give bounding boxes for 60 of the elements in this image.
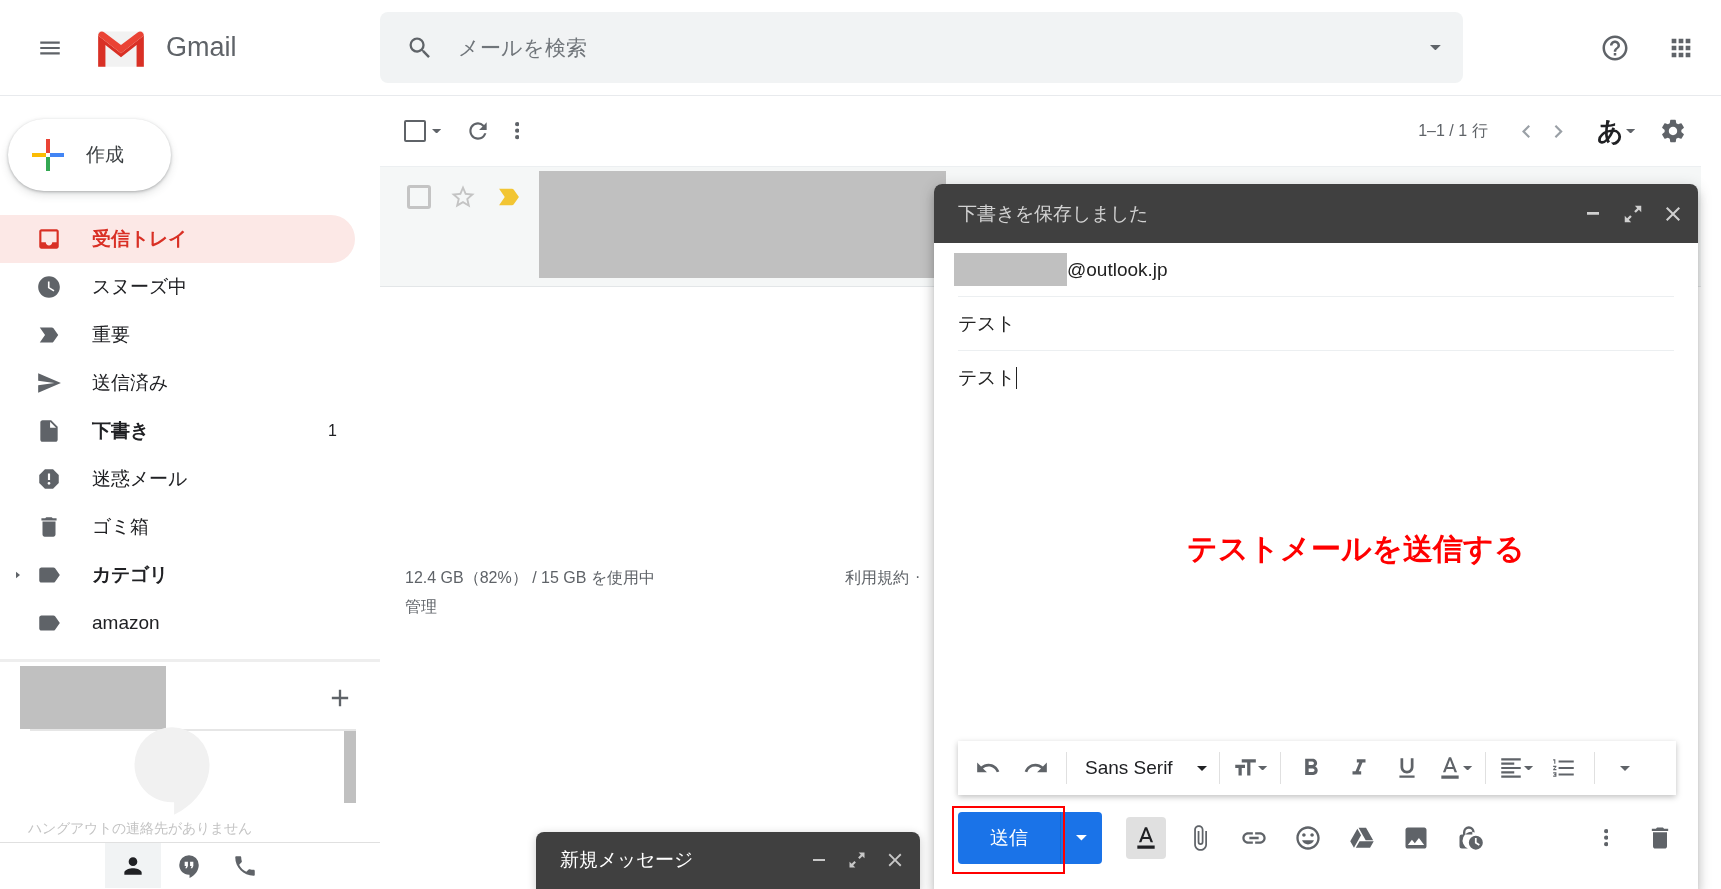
sidebar-item[interactable]: 重要 (0, 311, 355, 359)
sidebar-item[interactable]: 下書き 1 (0, 407, 355, 455)
expand-arrows-icon (847, 850, 867, 870)
caret-icon (1524, 765, 1534, 771)
sidebar-item[interactable]: ゴミ箱 (0, 503, 355, 551)
sidebar-item[interactable]: 受信トレイ (0, 215, 355, 263)
minimize-icon (1586, 212, 1600, 215)
font-select[interactable]: Sans Serif (1077, 748, 1209, 788)
sidebar-item[interactable]: 迷惑メール (0, 455, 355, 503)
manage-link[interactable]: 管理 (405, 597, 437, 618)
triangle-logo-icon (1349, 825, 1375, 851)
storage-usage-text: 12.4 GB（82%） / 15 GB を使用中 (405, 568, 655, 588)
chevron-right-icon (1554, 124, 1563, 138)
formatting-toggle-button[interactable] (1126, 817, 1166, 859)
recipient-field[interactable]: @outlook.jp (958, 243, 1674, 297)
chevron-left-icon (1521, 124, 1531, 138)
message-body-field[interactable]: テスト (958, 365, 1017, 391)
text-cursor (1016, 367, 1017, 389)
colored-plus-icon (30, 137, 66, 173)
sidebar-item[interactable]: 送信済み (0, 359, 355, 407)
smiley-icon (1294, 824, 1322, 852)
search-input[interactable]: メールを検索 (456, 34, 1431, 61)
app-name: Gmail (166, 32, 237, 63)
caret-icon (1076, 835, 1087, 841)
caret-icon (1258, 765, 1268, 771)
scrollbar-thumb[interactable] (344, 731, 356, 803)
annotation-text: テストメールを送信する (1186, 531, 1526, 567)
contacts-tab[interactable] (105, 843, 161, 888)
send-button[interactable]: 送信 (958, 812, 1060, 864)
row-checkbox[interactable] (407, 185, 431, 209)
sidebar-item[interactable]: スヌーズ中 (0, 263, 355, 311)
subject-field[interactable]: テスト (958, 297, 1674, 351)
inbox-icon (36, 226, 62, 252)
vertical-dots-icon (1603, 829, 1609, 847)
checkbox-square[interactable] (404, 120, 426, 142)
vertical-dots-icon (515, 122, 520, 140)
sidebar-item[interactable]: amazon (0, 599, 355, 647)
caret-icon (1620, 765, 1630, 771)
speech-bubble-icon (176, 852, 202, 879)
minimize-icon (812, 858, 826, 862)
settings-icon (1659, 117, 1687, 145)
compose-button[interactable]: 作成 (8, 119, 171, 191)
compose-title: 下書きを保存しました (958, 201, 1149, 226)
minimized-compose-window[interactable]: 新規メッセージ (536, 832, 920, 889)
input-mode-button[interactable]: あ (1596, 113, 1635, 149)
page-range-text: 1–1 / 1 行 (1418, 120, 1488, 141)
caret-icon[interactable] (1430, 44, 1441, 51)
compose-title: 新規メッセージ (560, 848, 694, 872)
warning-octagon-icon (36, 466, 62, 492)
caret-icon (432, 128, 442, 134)
caret-icon (1625, 128, 1635, 134)
recipient-text: @outlook.jp (1067, 258, 1168, 281)
sidebar-item[interactable]: カテゴリ (0, 551, 355, 599)
caret-icon (1463, 765, 1473, 771)
terms-link[interactable]: 利用規約 (845, 568, 909, 618)
caret-icon (1197, 765, 1207, 771)
separator-dot: · (915, 568, 921, 587)
search-field[interactable]: メールを検索 (380, 12, 1463, 83)
paper-plane-icon (36, 370, 62, 396)
clock-icon (36, 274, 62, 300)
